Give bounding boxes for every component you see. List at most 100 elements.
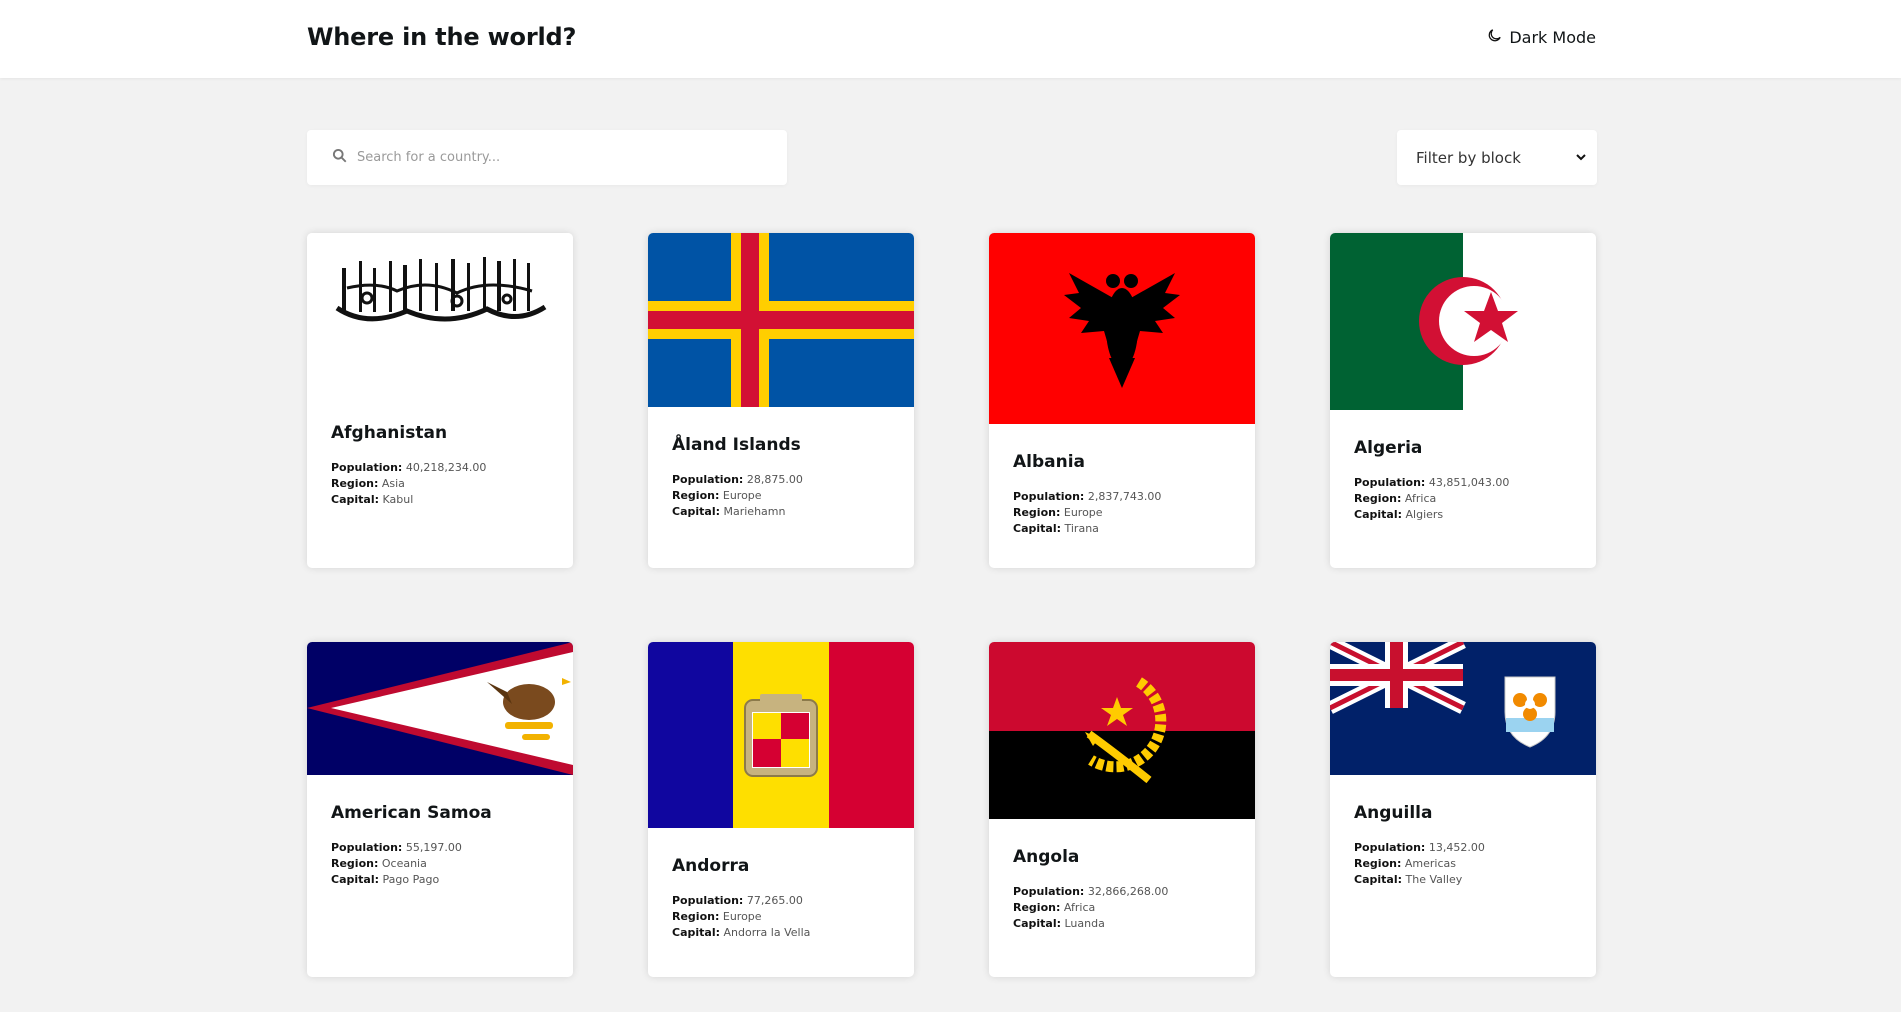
population-value: 32,866,268.00 — [1087, 885, 1169, 898]
population-value: 2,837,743.00 — [1087, 490, 1162, 503]
country-region: Region: Americas — [1354, 856, 1572, 872]
capital-label: Capital: — [1013, 917, 1061, 930]
capital-value: Algiers — [1405, 508, 1444, 521]
country-region: Region: Africa — [1013, 900, 1231, 916]
country-population: Population: 55,197.00 — [331, 840, 549, 856]
country-population: Population: 40,218,234.00 — [331, 460, 549, 476]
capital-label: Capital: — [672, 505, 720, 518]
filter-select-value: Filter by block — [1416, 148, 1521, 167]
population-value: 40,218,234.00 — [405, 461, 487, 474]
region-label: Region: — [672, 489, 720, 502]
capital-value: Pago Pago — [382, 873, 440, 886]
population-label: Population: — [672, 894, 744, 907]
country-capital: Capital: The Valley — [1354, 872, 1572, 888]
capital-label: Capital: — [331, 873, 379, 886]
country-population: Population: 32,866,268.00 — [1013, 884, 1231, 900]
country-card[interactable]: American Samoa Population: 55,197.00 Reg… — [307, 642, 573, 977]
country-region: Region: Europe — [672, 488, 890, 504]
country-capital: Capital: Algiers — [1354, 507, 1572, 523]
country-capital: Capital: Mariehamn — [672, 504, 890, 520]
albania-flag-icon — [989, 233, 1255, 424]
capital-value: The Valley — [1405, 873, 1463, 886]
region-label: Region: — [1013, 901, 1061, 914]
population-label: Population: — [331, 841, 403, 854]
country-name: American Samoa — [331, 803, 492, 823]
country-population: Population: 77,265.00 — [672, 893, 890, 909]
capital-value: Tirana — [1064, 522, 1099, 535]
capital-value: Andorra la Vella — [723, 926, 811, 939]
population-label: Population: — [1354, 841, 1426, 854]
capital-label: Capital: — [1354, 508, 1402, 521]
search-box[interactable] — [307, 130, 787, 185]
region-value: Europe — [1063, 506, 1103, 519]
chevron-down-icon — [1575, 149, 1587, 167]
capital-value: Mariehamn — [723, 505, 786, 518]
region-label: Region: — [331, 857, 379, 870]
country-card[interactable]: Algeria Population: 43,851,043.00 Region… — [1330, 233, 1596, 568]
country-population: Population: 28,875.00 — [672, 472, 890, 488]
search-icon — [332, 148, 357, 167]
country-population: Population: 2,837,743.00 — [1013, 489, 1231, 505]
region-value: Africa — [1404, 492, 1437, 505]
moon-icon — [1486, 27, 1503, 48]
population-label: Population: — [1013, 490, 1085, 503]
population-label: Population: — [1354, 476, 1426, 489]
capital-label: Capital: — [331, 493, 379, 506]
country-name: Angola — [1013, 847, 1080, 867]
region-label: Region: — [331, 477, 379, 490]
population-value: 43,851,043.00 — [1428, 476, 1510, 489]
country-population: Population: 13,452.00 — [1354, 840, 1572, 856]
app-title: Where in the world? — [307, 23, 577, 51]
country-capital: Capital: Pago Pago — [331, 872, 549, 888]
country-capital: Capital: Kabul — [331, 492, 549, 508]
country-card[interactable]: Anguilla Population: 13,452.00 Region: A… — [1330, 642, 1596, 977]
country-region: Region: Oceania — [331, 856, 549, 872]
country-card[interactable]: Andorra Population: 77,265.00 Region: Eu… — [648, 642, 914, 977]
population-label: Population: — [331, 461, 403, 474]
country-name: Åland Islands — [672, 435, 801, 455]
angola-flag-icon — [989, 642, 1255, 819]
population-label: Population: — [672, 473, 744, 486]
country-capital: Capital: Tirana — [1013, 521, 1231, 537]
country-card[interactable]: Afghanistan Population: 40,218,234.00 Re… — [307, 233, 573, 568]
top-header: Where in the world? Dark Mode — [0, 0, 1901, 78]
algeria-flag-icon — [1330, 233, 1596, 410]
region-label: Region: — [672, 910, 720, 923]
region-value: Africa — [1063, 901, 1096, 914]
american-samoa-flag-icon — [307, 642, 573, 775]
country-card[interactable]: Åland Islands Population: 28,875.00 Regi… — [648, 233, 914, 568]
search-input[interactable] — [357, 137, 757, 178]
population-label: Population: — [1013, 885, 1085, 898]
region-value: Asia — [381, 477, 405, 490]
country-population: Population: 43,851,043.00 — [1354, 475, 1572, 491]
country-card[interactable]: Albania Population: 2,837,743.00 Region:… — [989, 233, 1255, 568]
aland-islands-flag-icon — [648, 233, 914, 407]
country-name: Albania — [1013, 452, 1086, 472]
capital-value: Kabul — [382, 493, 414, 506]
dark-mode-toggle[interactable]: Dark Mode — [1486, 27, 1596, 48]
country-region: Region: Europe — [1013, 505, 1231, 521]
country-capital: Capital: Andorra la Vella — [672, 925, 890, 941]
capital-label: Capital: — [1013, 522, 1061, 535]
capital-label: Capital: — [1354, 873, 1402, 886]
region-value: Europe — [722, 489, 762, 502]
country-card[interactable]: Angola Population: 32,866,268.00 Region:… — [989, 642, 1255, 977]
population-value: 55,197.00 — [405, 841, 462, 854]
capital-value: Luanda — [1064, 917, 1105, 930]
afghanistan-flag-icon — [307, 233, 573, 395]
population-value: 28,875.00 — [746, 473, 803, 486]
dark-mode-label: Dark Mode — [1509, 28, 1596, 47]
country-name: Anguilla — [1354, 803, 1433, 823]
country-region: Region: Asia — [331, 476, 549, 492]
country-region: Region: Europe — [672, 909, 890, 925]
country-region: Region: Africa — [1354, 491, 1572, 507]
country-name: Algeria — [1354, 438, 1423, 458]
region-label: Region: — [1013, 506, 1061, 519]
population-value: 13,452.00 — [1428, 841, 1485, 854]
region-filter-select[interactable]: Filter by block — [1397, 130, 1597, 185]
region-value: Europe — [722, 910, 762, 923]
anguilla-flag-icon — [1330, 642, 1596, 775]
andorra-flag-icon — [648, 642, 914, 828]
capital-label: Capital: — [672, 926, 720, 939]
country-name: Afghanistan — [331, 423, 448, 443]
